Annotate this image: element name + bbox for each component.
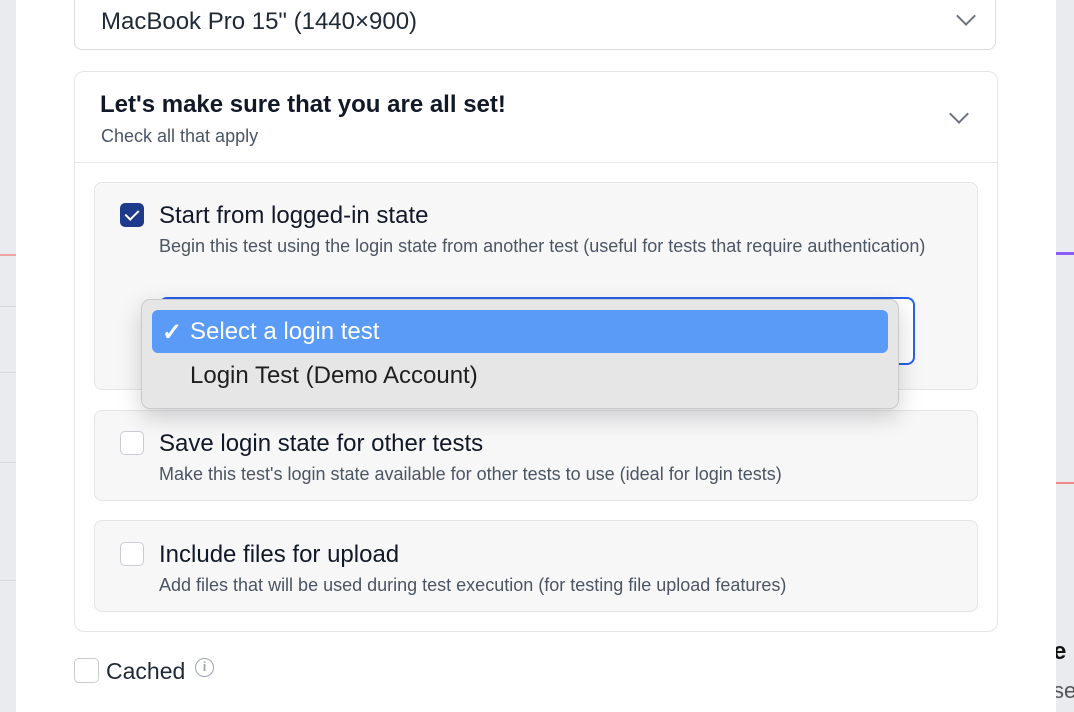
cached-label[interactable]: Cached bbox=[106, 658, 185, 685]
option-title: Include files for upload bbox=[159, 541, 400, 568]
device-select-value: MacBook Pro 15" (1440×900) bbox=[101, 8, 418, 35]
background-page-right bbox=[1056, 0, 1074, 712]
dropdown-option-label: Login Test (Demo Account) bbox=[190, 362, 478, 389]
background-accent-line bbox=[1056, 252, 1074, 255]
background-page-left bbox=[0, 0, 16, 712]
option-include-files: Include files for upload Add files that … bbox=[94, 520, 978, 612]
setup-checklist-subtitle: Check all that apply bbox=[101, 126, 259, 146]
background-divider bbox=[0, 372, 16, 373]
option-description: Begin this test using the login state fr… bbox=[159, 236, 926, 256]
background-divider bbox=[0, 306, 16, 307]
info-icon[interactable]: i bbox=[195, 658, 214, 677]
include-files-checkbox[interactable] bbox=[120, 542, 144, 566]
option-save-login-state: Save login state for other tests Make th… bbox=[94, 410, 978, 501]
setup-checklist-title: Let's make sure that you are all set! bbox=[100, 91, 506, 118]
login-test-dropdown-menu: ✓ Select a login test Login Test (Demo A… bbox=[141, 299, 899, 409]
option-title: Start from logged-in state bbox=[159, 202, 429, 229]
save-login-state-checkbox[interactable] bbox=[120, 431, 144, 455]
background-divider bbox=[0, 254, 16, 256]
option-description: Add files that will be used during test … bbox=[159, 575, 787, 595]
setup-checklist-header[interactable]: Let's make sure that you are all set! Ch… bbox=[75, 72, 997, 163]
dropdown-option-login-test-demo[interactable]: Login Test (Demo Account) bbox=[152, 354, 888, 397]
background-divider bbox=[0, 580, 16, 581]
background-text-fragment: se bbox=[1053, 678, 1074, 703]
option-title: Save login state for other tests bbox=[159, 430, 484, 457]
dropdown-option-select-login-test[interactable]: ✓ Select a login test bbox=[152, 310, 888, 353]
cached-checkbox[interactable] bbox=[74, 658, 99, 683]
chevron-down-icon bbox=[956, 6, 976, 26]
background-divider bbox=[0, 462, 16, 463]
start-logged-in-checkbox[interactable] bbox=[120, 203, 144, 227]
dropdown-option-label: Select a login test bbox=[190, 318, 380, 345]
checkmark-icon: ✓ bbox=[162, 319, 183, 346]
option-description: Make this test's login state available f… bbox=[159, 464, 782, 484]
background-accent-line bbox=[1056, 482, 1074, 484]
chevron-down-icon[interactable] bbox=[949, 104, 969, 124]
device-select[interactable]: MacBook Pro 15" (1440×900) bbox=[74, 0, 996, 50]
